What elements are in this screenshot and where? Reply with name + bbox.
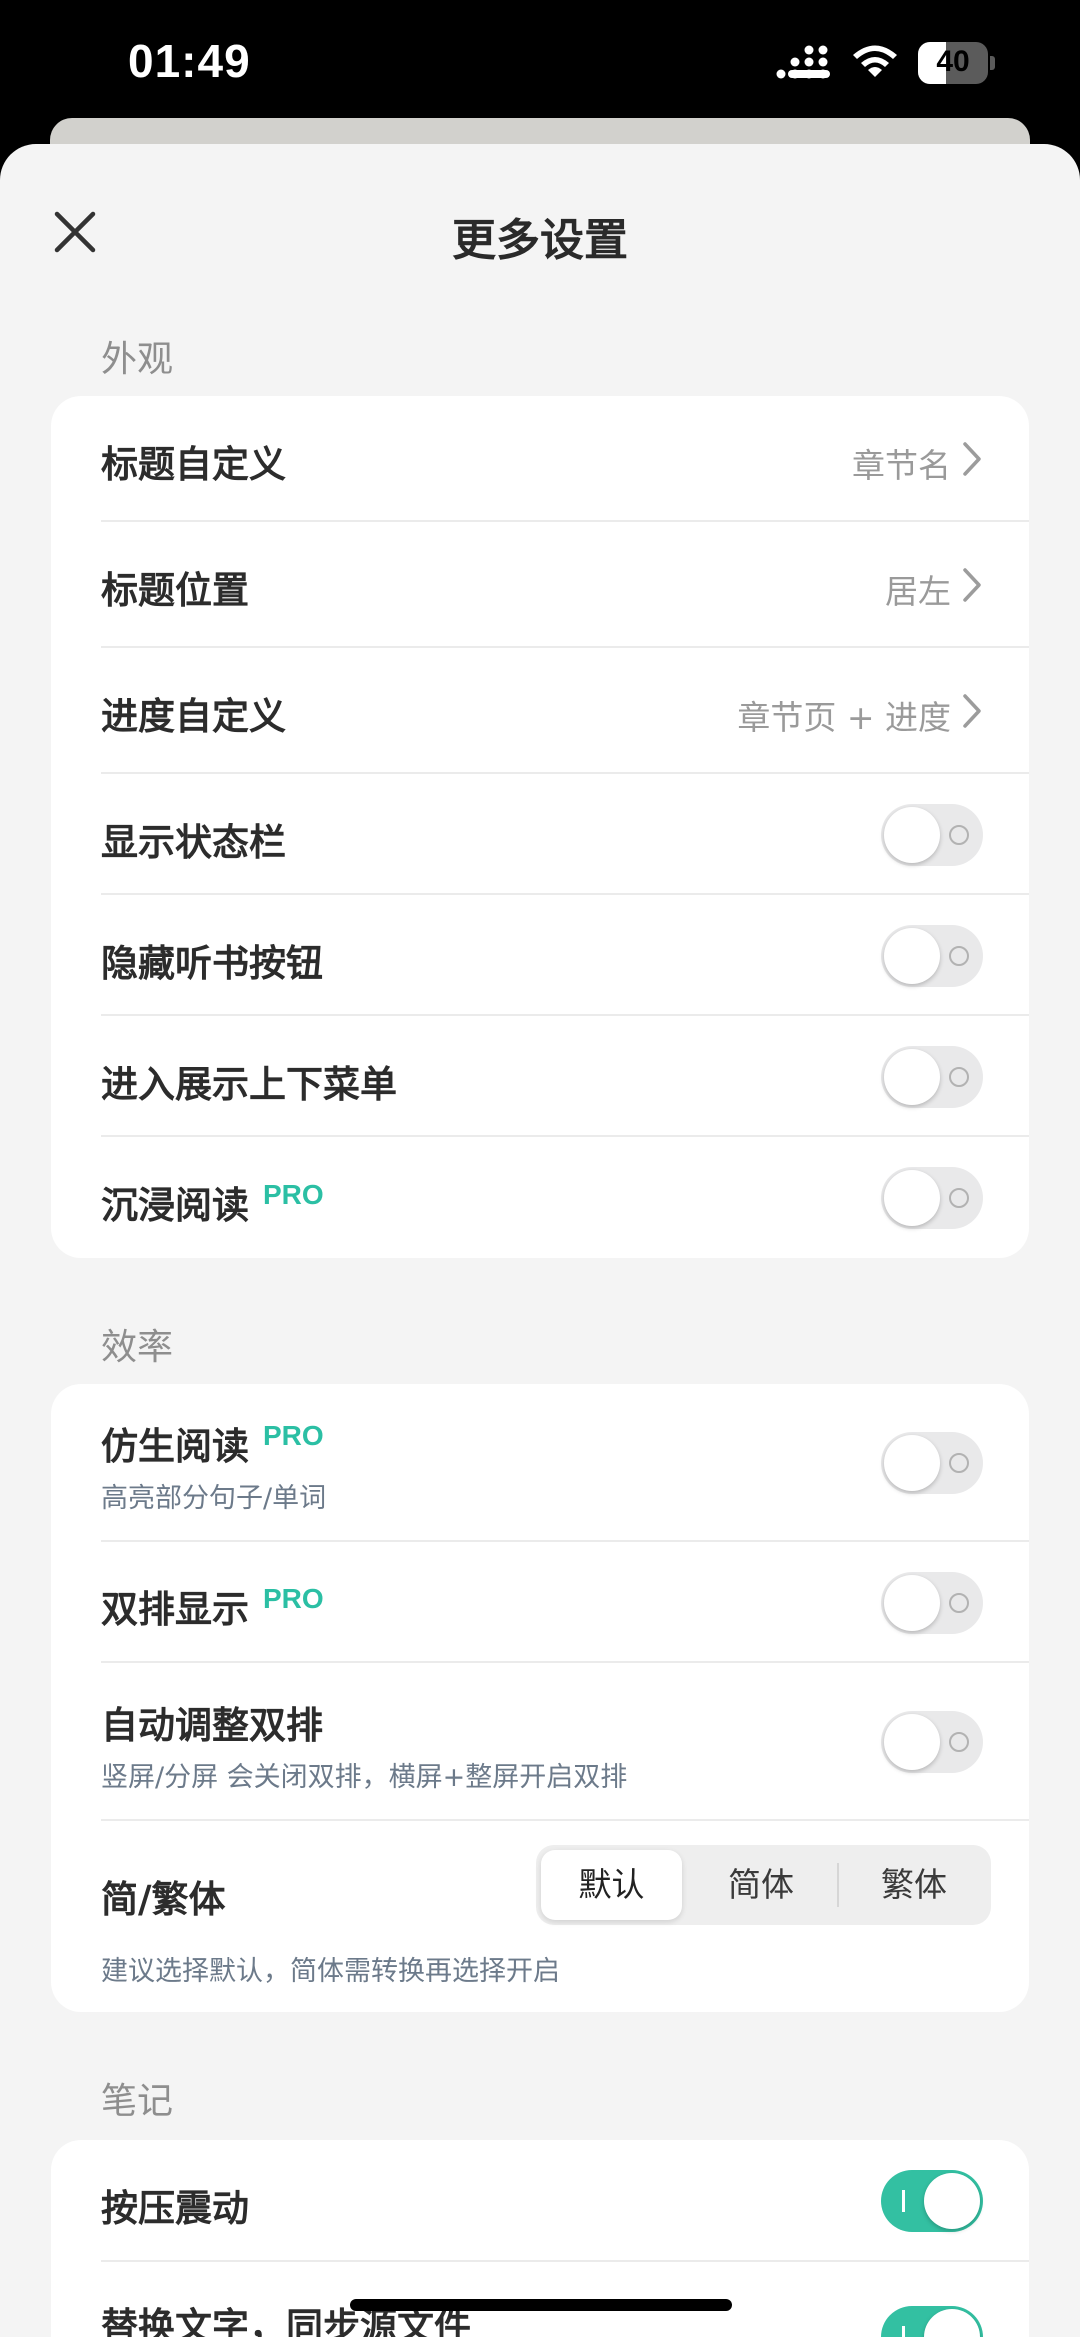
setting-title-custom[interactable]: 标题自定义 章节名 (51, 396, 1029, 522)
toggle-dual-column[interactable] (881, 1572, 983, 1634)
chevron-right-icon (963, 442, 981, 476)
battery-icon: 40 (918, 42, 995, 84)
cellular-signal-icon (776, 45, 830, 79)
script-variant-segmented-control: 默认 简体 繁体 (536, 1845, 991, 1925)
row-label: 沉浸阅读 PRO (101, 1179, 324, 1227)
toggle-auto-dual-column[interactable] (881, 1711, 983, 1773)
setting-hide-listen-button: 隐藏听书按钮 (51, 895, 1029, 1016)
row-value: 章节页 + 进度 (737, 698, 951, 737)
chevron-right-icon (963, 568, 981, 602)
toggle-show-status-bar[interactable] (881, 804, 983, 866)
row-value: 居左 (885, 572, 951, 611)
setting-immersive-reading: 沉浸阅读 PRO (51, 1137, 1029, 1258)
row-sublabel: 竖屏/分屏 会关闭双排，横屏+整屏开启双排 (101, 1762, 628, 1793)
row-sublabel: 高亮部分句子/单词 (101, 1483, 327, 1514)
row-label: 隐藏听书按钮 (101, 942, 323, 985)
setting-show-status-bar: 显示状态栏 (51, 774, 1029, 895)
pro-badge: PRO (263, 1583, 324, 1614)
row-value: 章节名 (852, 446, 951, 485)
toggle-show-menus-on-enter[interactable] (881, 1046, 983, 1108)
section-label-efficiency: 效率 (101, 1327, 174, 1368)
setting-title-position[interactable]: 标题位置 居左 (51, 522, 1029, 648)
row-label: 标题位置 (101, 569, 249, 612)
setting-bionic-reading: 仿生阅读 PRO 高亮部分句子/单词 (51, 1384, 1029, 1542)
setting-dual-column: 双排显示 PRO (51, 1542, 1029, 1663)
row-label: 自动调整双排 (101, 1704, 323, 1747)
section-label-appearance: 外观 (101, 339, 174, 380)
settings-sheet: 更多设置 外观 标题自定义 章节名 标题位置 居左 进度自定义 章节页 + 进度… (0, 144, 1080, 2337)
status-bar: 01:49 40 (0, 0, 1080, 118)
status-time: 01:49 (128, 35, 251, 87)
toggle-immersive-reading[interactable] (881, 1167, 983, 1229)
pro-badge: PRO (263, 1420, 324, 1451)
pro-badge: PRO (263, 1179, 324, 1210)
segment-option-default[interactable]: 默认 (541, 1850, 682, 1920)
segment-option-traditional[interactable]: 繁体 (839, 1845, 989, 1925)
toggle-bionic-reading[interactable] (881, 1432, 983, 1494)
battery-level-text: 40 (936, 45, 970, 78)
setting-auto-dual-column: 自动调整双排 竖屏/分屏 会关闭双排，横屏+整屏开启双排 (51, 1663, 1029, 1821)
chevron-right-icon (963, 694, 981, 728)
row-label: 进入展示上下菜单 (101, 1063, 397, 1106)
toggle-hide-listen-button[interactable] (881, 925, 983, 987)
setting-progress-custom[interactable]: 进度自定义 章节页 + 进度 (51, 648, 1029, 774)
row-label: 进度自定义 (101, 695, 286, 738)
page-title: 更多设置 (452, 215, 628, 266)
setting-script-variant: 简/繁体 默认 简体 繁体 建议选择默认，简体需转换再选择开启 (51, 1821, 1029, 2012)
section-label-notes: 笔记 (101, 2081, 174, 2122)
setting-show-menus-on-enter: 进入展示上下菜单 (51, 1016, 1029, 1137)
toggle-press-vibration[interactable] (881, 2170, 983, 2232)
setting-press-vibration: 按压震动 (51, 2140, 1029, 2262)
wifi-icon (853, 45, 897, 77)
row-label: 简/繁体 (101, 1878, 226, 1921)
home-indicator (350, 2299, 732, 2311)
efficiency-card: 仿生阅读 PRO 高亮部分句子/单词 双排显示 PRO 自动调整双排 竖屏/分屏 会… (51, 1384, 1029, 2012)
segment-option-simplified[interactable]: 简体 (686, 1845, 836, 1925)
row-label: 标题自定义 (101, 443, 286, 486)
row-label: 显示状态栏 (101, 821, 286, 864)
toggle-replace-text-sync[interactable] (881, 2306, 983, 2337)
script-variant-hint: 建议选择默认，简体需转换再选择开启 (101, 1956, 560, 1987)
row-label: 仿生阅读 PRO (101, 1420, 324, 1468)
appearance-card: 标题自定义 章节名 标题位置 居左 进度自定义 章节页 + 进度 显示状态栏 隐… (51, 396, 1029, 1258)
row-label: 双排显示 PRO (101, 1583, 324, 1631)
row-label: 按压震动 (101, 2187, 249, 2230)
